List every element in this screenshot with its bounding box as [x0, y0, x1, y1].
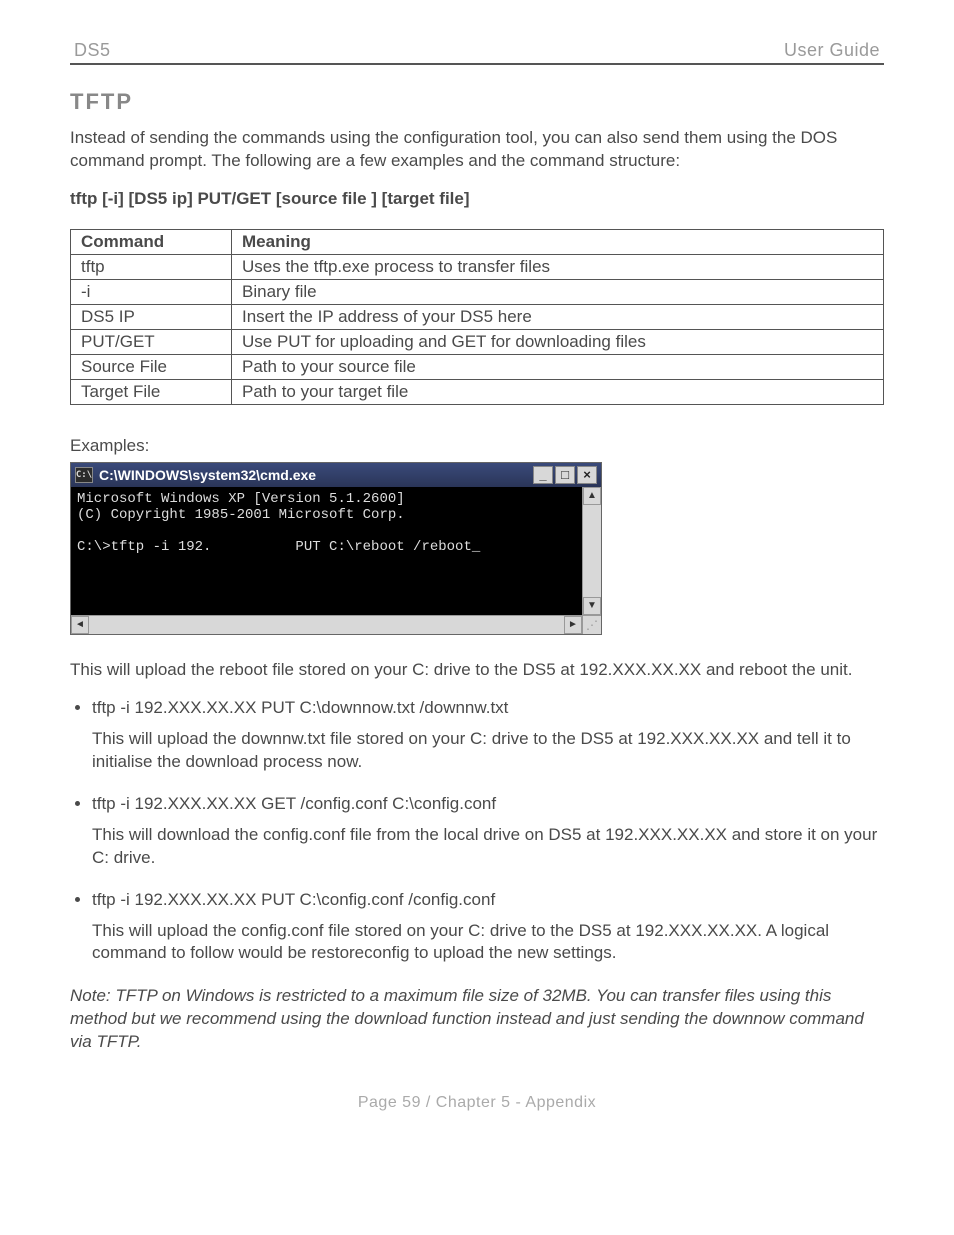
- table-row: -i Binary file: [71, 279, 884, 304]
- cmd-body[interactable]: Microsoft Windows XP [Version 5.1.2600] …: [71, 487, 582, 615]
- section-title: TFTP: [70, 89, 884, 115]
- cmd-title-text: C:\WINDOWS\system32\cmd.exe: [99, 467, 316, 483]
- table-row: Source File Path to your source file: [71, 354, 884, 379]
- intro-paragraph: Instead of sending the commands using th…: [70, 127, 884, 173]
- scroll-up-icon[interactable]: ▲: [583, 487, 601, 505]
- page-header: DS5 User Guide: [70, 40, 884, 61]
- after-cmd-paragraph: This will upload the reboot file stored …: [70, 659, 884, 682]
- note-paragraph: Note: TFTP on Windows is restricted to a…: [70, 985, 884, 1054]
- example-command: tftp -i 192.XXX.XX.XX PUT C:\downnow.txt…: [92, 698, 508, 717]
- scroll-down-icon[interactable]: ▼: [583, 597, 601, 615]
- resize-grip-icon[interactable]: ⋰: [582, 616, 601, 634]
- table-row: tftp Uses the tftp.exe process to transf…: [71, 254, 884, 279]
- maximize-button[interactable]: □: [555, 466, 575, 484]
- example-desc: This will upload the config.conf file st…: [92, 920, 884, 966]
- header-right: User Guide: [784, 40, 880, 61]
- table-header-meaning: Meaning: [232, 229, 884, 254]
- scroll-track[interactable]: [89, 616, 564, 634]
- list-item: tftp -i 192.XXX.XX.XX GET /config.conf C…: [92, 794, 884, 870]
- example-command: tftp -i 192.XXX.XX.XX PUT C:\config.conf…: [92, 890, 495, 909]
- example-desc: This will download the config.conf file …: [92, 824, 884, 870]
- command-syntax: tftp [-i] [DS5 ip] PUT/GET [source file …: [70, 189, 884, 209]
- table-row: DS5 IP Insert the IP address of your DS5…: [71, 304, 884, 329]
- header-rule: [70, 63, 884, 65]
- example-command: tftp -i 192.XXX.XX.XX GET /config.conf C…: [92, 794, 496, 813]
- cmd-titlebar[interactable]: C:\ C:\WINDOWS\system32\cmd.exe _ □ ×: [71, 463, 601, 487]
- cmd-hscrollbar[interactable]: ◄ ► ⋰: [71, 615, 601, 634]
- examples-list: tftp -i 192.XXX.XX.XX PUT C:\downnow.txt…: [70, 698, 884, 966]
- page-footer: Page 59 / Chapter 5 - Appendix: [70, 1094, 884, 1112]
- cmd-vscrollbar[interactable]: ▲ ▼: [582, 487, 601, 615]
- list-item: tftp -i 192.XXX.XX.XX PUT C:\downnow.txt…: [92, 698, 884, 774]
- cmd-icon: C:\: [75, 467, 93, 483]
- scroll-left-icon[interactable]: ◄: [71, 616, 89, 634]
- minimize-button[interactable]: _: [533, 466, 553, 484]
- table-header-command: Command: [71, 229, 232, 254]
- close-button[interactable]: ×: [577, 466, 597, 484]
- header-left: DS5: [74, 40, 111, 61]
- table-row: Target File Path to your target file: [71, 379, 884, 404]
- command-table: Command Meaning tftp Uses the tftp.exe p…: [70, 229, 884, 405]
- scroll-right-icon[interactable]: ►: [564, 616, 582, 634]
- page: DS5 User Guide TFTP Instead of sending t…: [0, 0, 954, 1235]
- table-row: PUT/GET Use PUT for uploading and GET fo…: [71, 329, 884, 354]
- cmd-window: C:\ C:\WINDOWS\system32\cmd.exe _ □ × Mi…: [70, 462, 602, 635]
- examples-label: Examples:: [70, 435, 884, 458]
- example-desc: This will upload the downnw.txt file sto…: [92, 728, 884, 774]
- list-item: tftp -i 192.XXX.XX.XX PUT C:\config.conf…: [92, 890, 884, 966]
